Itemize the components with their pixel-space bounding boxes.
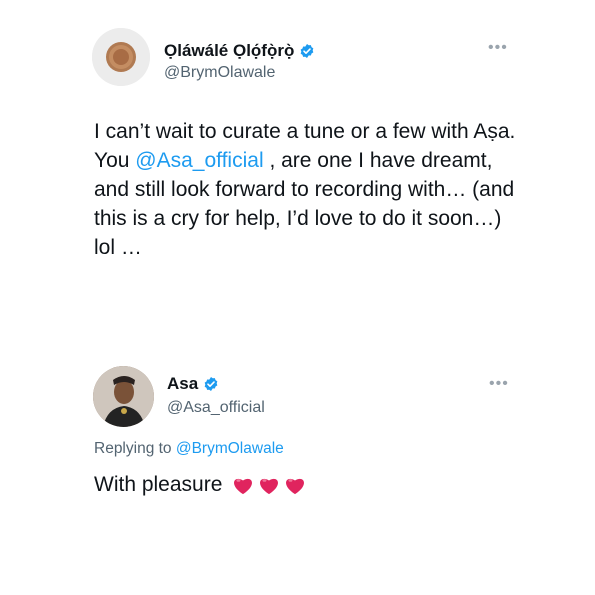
reply-text: With pleasure (94, 473, 306, 497)
tweet-text: I can’t wait to curate a tune or a few w… (94, 117, 524, 262)
author-handle[interactable]: @Asa_official (167, 399, 265, 417)
profile-photo-icon (93, 366, 154, 427)
reply-text-content: With pleasure (94, 473, 223, 496)
heart-icon (234, 478, 253, 495)
replying-to-handle[interactable]: @BrymOlawale (176, 440, 284, 457)
verified-badge-icon (204, 377, 218, 391)
heart-emojis (232, 475, 306, 495)
more-options-icon[interactable]: ••• (488, 40, 508, 56)
replying-to-label: Replying to (94, 440, 176, 457)
replying-to-line: Replying to @BrymOlawale (94, 440, 284, 458)
verified-badge-icon (301, 44, 314, 58)
mention-link[interactable]: @Asa_official (135, 149, 263, 172)
heart-icon (260, 478, 279, 495)
avatar[interactable] (93, 366, 154, 427)
author-name-row[interactable]: Asa (167, 374, 219, 394)
heart-icon (286, 478, 305, 495)
author-name[interactable]: Asa (167, 374, 198, 394)
avatar[interactable] (92, 28, 150, 86)
author-name[interactable]: Ọláwálé Ọlọ́fọ̀rọ̀ (164, 41, 294, 61)
more-options-icon[interactable]: ••• (489, 376, 509, 392)
author-handle[interactable]: @BrymOlawale (164, 64, 275, 82)
coin-logo-icon (92, 28, 150, 86)
author-name-row[interactable]: Ọláwálé Ọlọ́fọ̀rọ̀ (164, 41, 315, 61)
